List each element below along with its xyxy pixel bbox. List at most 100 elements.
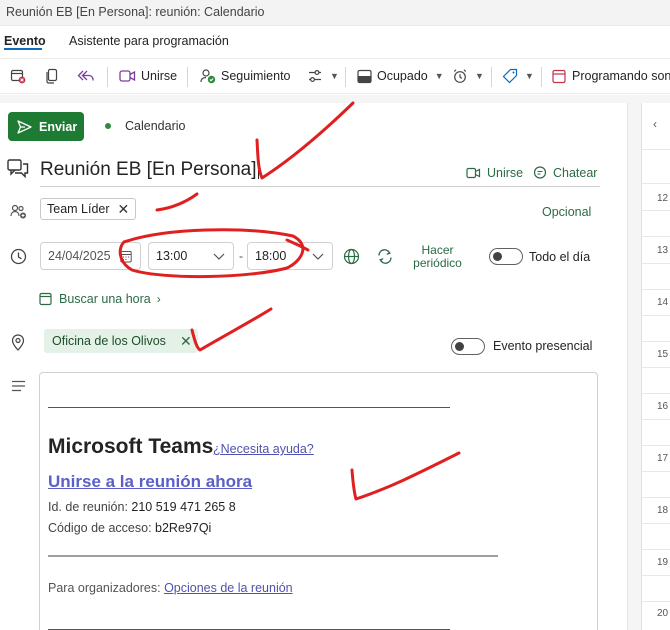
chat-link[interactable]: Chatear bbox=[533, 166, 597, 180]
join-meeting-link[interactable]: Unirse bbox=[466, 166, 523, 180]
passcode-value: b2Re97Qi bbox=[155, 521, 212, 535]
ribbon-divider bbox=[345, 67, 346, 87]
hour-label: 13 bbox=[657, 245, 669, 256]
join-meeting-now-link[interactable]: Unirse a la reunión ahora bbox=[48, 472, 252, 492]
calendar-selector[interactable]: Calendario bbox=[125, 119, 185, 133]
event-title-input[interactable]: Reunión EB [En Persona] bbox=[40, 158, 259, 181]
copy-icon bbox=[46, 68, 58, 84]
text-lines-icon bbox=[12, 380, 25, 392]
scheduling-button[interactable]: Programando sonc bbox=[552, 59, 670, 93]
join-meeting-label: Unirse bbox=[487, 166, 524, 180]
hour-label: 16 bbox=[657, 401, 669, 412]
teams-heading: Microsoft Teams bbox=[48, 435, 214, 458]
ribbon-divider bbox=[541, 67, 542, 87]
options-button[interactable]: ▼ bbox=[307, 59, 339, 93]
video-camera-icon bbox=[119, 70, 136, 82]
optional-attendees-link[interactable]: Opcional bbox=[542, 205, 591, 219]
join-teams-label: Unirse bbox=[141, 69, 178, 83]
send-icon bbox=[17, 119, 32, 134]
delete-button[interactable] bbox=[10, 59, 26, 93]
tab-evento[interactable]: Evento bbox=[4, 34, 46, 48]
start-time-value: 13:00 bbox=[156, 249, 188, 263]
make-recurring-button[interactable]: Hacer periódico bbox=[410, 244, 465, 270]
location-chip[interactable]: Oficina de los Olivos ✕ bbox=[44, 329, 198, 353]
in-person-label: Evento presencial bbox=[493, 339, 593, 353]
join-teams-button[interactable]: Unirse bbox=[119, 59, 177, 93]
hour-line bbox=[642, 315, 670, 316]
passcode-line: Código de acceso: b2Re97Qi bbox=[48, 521, 211, 535]
calendar-icon bbox=[120, 251, 132, 263]
meeting-id-line: Id. de reunión: 210 519 471 265 8 bbox=[48, 500, 236, 514]
chat-icon bbox=[533, 166, 547, 179]
busy-status-icon bbox=[357, 69, 372, 83]
chevron-right-icon: › bbox=[156, 292, 161, 306]
tab-asistente-programacion[interactable]: Asistente para programación bbox=[69, 34, 229, 48]
text-cursor bbox=[257, 158, 259, 179]
all-day-label: Todo el día bbox=[529, 250, 591, 264]
tracking-label: Seguimiento bbox=[221, 69, 291, 83]
show-as-label: Ocupado bbox=[377, 69, 428, 83]
hour-label: 15 bbox=[657, 349, 669, 360]
send-button[interactable]: Enviar bbox=[8, 112, 84, 141]
tag-icon bbox=[502, 68, 518, 84]
chevron-down-icon: ▼ bbox=[475, 71, 484, 81]
chat-label: Chatear bbox=[553, 166, 598, 180]
hour-label: 18 bbox=[657, 505, 669, 516]
passcode-label: Código de acceso: bbox=[48, 521, 152, 535]
hour-line bbox=[642, 601, 670, 602]
hour-label: 20 bbox=[657, 608, 669, 619]
tracking-button[interactable]: Seguimiento bbox=[200, 59, 291, 93]
separator-line bbox=[48, 555, 498, 557]
hour-line bbox=[642, 367, 670, 368]
end-time-value: 18:00 bbox=[255, 249, 287, 263]
title-divider bbox=[40, 186, 600, 187]
remove-attendee-icon[interactable]: ✕ bbox=[118, 201, 130, 218]
show-as-dropdown[interactable]: Ocupado ▼ bbox=[357, 59, 444, 93]
reply-all-icon bbox=[77, 70, 94, 81]
hour-label: 17 bbox=[657, 453, 669, 464]
hour-line bbox=[642, 471, 670, 472]
all-day-toggle[interactable] bbox=[489, 248, 523, 265]
ribbon-divider bbox=[491, 67, 492, 87]
chevron-down-icon: ▼ bbox=[434, 71, 444, 81]
people-add-icon bbox=[10, 204, 26, 219]
attendee-chip[interactable]: Team Líder ✕ bbox=[40, 198, 137, 220]
event-body-editor[interactable]: Microsoft Teams ¿Necesita ayuda? Unirse … bbox=[39, 372, 598, 630]
location-name: Oficina de los Olivos bbox=[52, 334, 166, 348]
reply-all-button[interactable] bbox=[77, 59, 95, 93]
window-titlebar: Reunión EB [En Persona]: reunión: Calend… bbox=[0, 0, 670, 26]
categorize-dropdown[interactable]: ▼ bbox=[502, 59, 534, 93]
alarm-clock-icon bbox=[453, 69, 467, 83]
find-time-link[interactable]: Buscar una hora › bbox=[39, 292, 161, 306]
recurring-icon bbox=[378, 249, 392, 264]
hour-line bbox=[642, 183, 670, 184]
start-date-picker[interactable]: 24/04/2025 bbox=[40, 242, 141, 270]
organizers-label: Para organizadores: bbox=[48, 581, 161, 595]
globe-icon[interactable] bbox=[343, 248, 360, 265]
reminder-dropdown[interactable]: ▼ bbox=[452, 59, 484, 93]
chevron-down-icon: ▼ bbox=[330, 71, 339, 81]
help-link[interactable]: ¿Necesita ayuda? bbox=[213, 442, 314, 456]
tab-bar: Evento Asistente para programación bbox=[0, 26, 670, 58]
time-separator: - bbox=[239, 249, 243, 263]
copy-button[interactable] bbox=[44, 59, 60, 93]
calendar-person-icon bbox=[552, 69, 566, 83]
organizers-line: Para organizadores: Opciones de la reuni… bbox=[48, 581, 293, 595]
window-title: Reunión EB [En Persona]: reunión: Calend… bbox=[6, 5, 265, 19]
active-tab-indicator bbox=[4, 48, 42, 50]
remove-location-icon[interactable]: ✕ bbox=[180, 333, 192, 350]
hour-line bbox=[642, 149, 670, 150]
calendar-search-icon bbox=[39, 292, 52, 306]
ribbon-divider bbox=[107, 67, 108, 87]
hour-line bbox=[642, 393, 670, 394]
in-person-toggle[interactable] bbox=[451, 338, 485, 355]
hour-line bbox=[642, 289, 670, 290]
ribbon-toolbar: Unirse Seguimiento ▼ Ocupado ▼ ▼ ▼ Progr… bbox=[0, 58, 670, 94]
end-time-dropdown[interactable]: 18:00 bbox=[247, 242, 333, 270]
hour-line bbox=[642, 549, 670, 550]
chevron-left-icon[interactable]: ‹ bbox=[653, 117, 657, 131]
hour-label: 19 bbox=[657, 557, 669, 568]
meeting-options-link[interactable]: Opciones de la reunión bbox=[164, 581, 293, 595]
calendar-color-dot bbox=[105, 123, 111, 129]
start-time-dropdown[interactable]: 13:00 bbox=[148, 242, 234, 270]
